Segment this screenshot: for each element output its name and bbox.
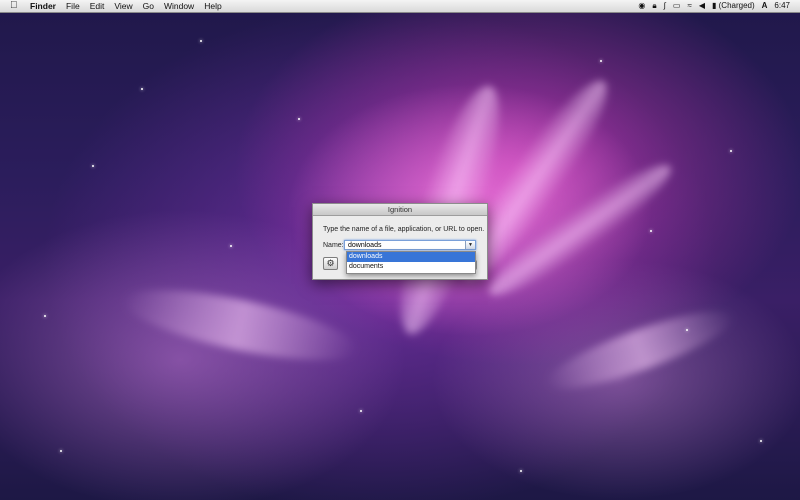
gear-icon: ⚙ [326, 258, 335, 268]
star [141, 88, 143, 90]
menu-bar:  Finder File Edit View Go Window Help ◉… [0, 0, 800, 13]
battery-icon: ▮ [711, 1, 717, 10]
app-status-icon[interactable]: ◉ [638, 0, 645, 12]
suggestion-list: downloads documents [346, 251, 476, 274]
wallpaper-streak [117, 275, 363, 375]
chevron-down-icon[interactable]: ▼ [465, 241, 475, 249]
dialog-title[interactable]: Ignition [313, 204, 487, 216]
apple-icon[interactable]:  [10, 0, 22, 12]
ignition-dialog: Ignition Type the name of a file, applic… [312, 203, 488, 280]
menu-help[interactable]: Help [204, 0, 221, 12]
wifi-icon[interactable]: ≈ [687, 0, 691, 12]
star [298, 118, 300, 120]
display-icon[interactable]: ▭ [673, 0, 681, 12]
clock[interactable]: 6:47 [774, 0, 790, 12]
lock-icon[interactable]: 🔒︎ [652, 0, 656, 12]
menu-edit[interactable]: Edit [90, 0, 105, 12]
volume-icon[interactable]: ◀ [699, 0, 705, 12]
star [230, 245, 232, 247]
menu-view[interactable]: View [114, 0, 132, 12]
star [520, 470, 522, 472]
status-area: ◉ 🔒︎ ∫ ▭ ≈ ◀ ▮ (Charged) A 6:47 [631, 0, 790, 12]
star [650, 230, 652, 232]
star [760, 440, 762, 442]
bluetooth-icon[interactable]: ∫ [664, 0, 666, 12]
menu-file[interactable]: File [66, 0, 80, 12]
dialog-prompt: Type the name of a file, application, or… [323, 226, 485, 233]
star [360, 410, 362, 412]
star [730, 150, 732, 152]
star [60, 450, 62, 452]
star [600, 60, 602, 62]
menu-app-name[interactable]: Finder [30, 0, 56, 12]
suggestion-item-documents[interactable]: documents [347, 262, 475, 272]
star [92, 165, 94, 167]
input-menu[interactable]: A [762, 0, 768, 12]
suggestion-item-downloads[interactable]: downloads [347, 252, 475, 262]
gear-button[interactable]: ⚙ [323, 257, 338, 270]
star [686, 329, 688, 331]
name-label: Name: [323, 242, 344, 249]
menu-window[interactable]: Window [164, 0, 194, 12]
battery-text: (Charged) [718, 1, 755, 10]
battery-status[interactable]: ▮ (Charged) [712, 0, 755, 12]
menu-go[interactable]: Go [143, 0, 154, 12]
star [44, 315, 46, 317]
name-input[interactable]: downloads [348, 241, 381, 250]
name-combobox[interactable]: downloads ▼ [344, 240, 476, 250]
wallpaper-streak [539, 297, 741, 403]
star [200, 40, 202, 42]
